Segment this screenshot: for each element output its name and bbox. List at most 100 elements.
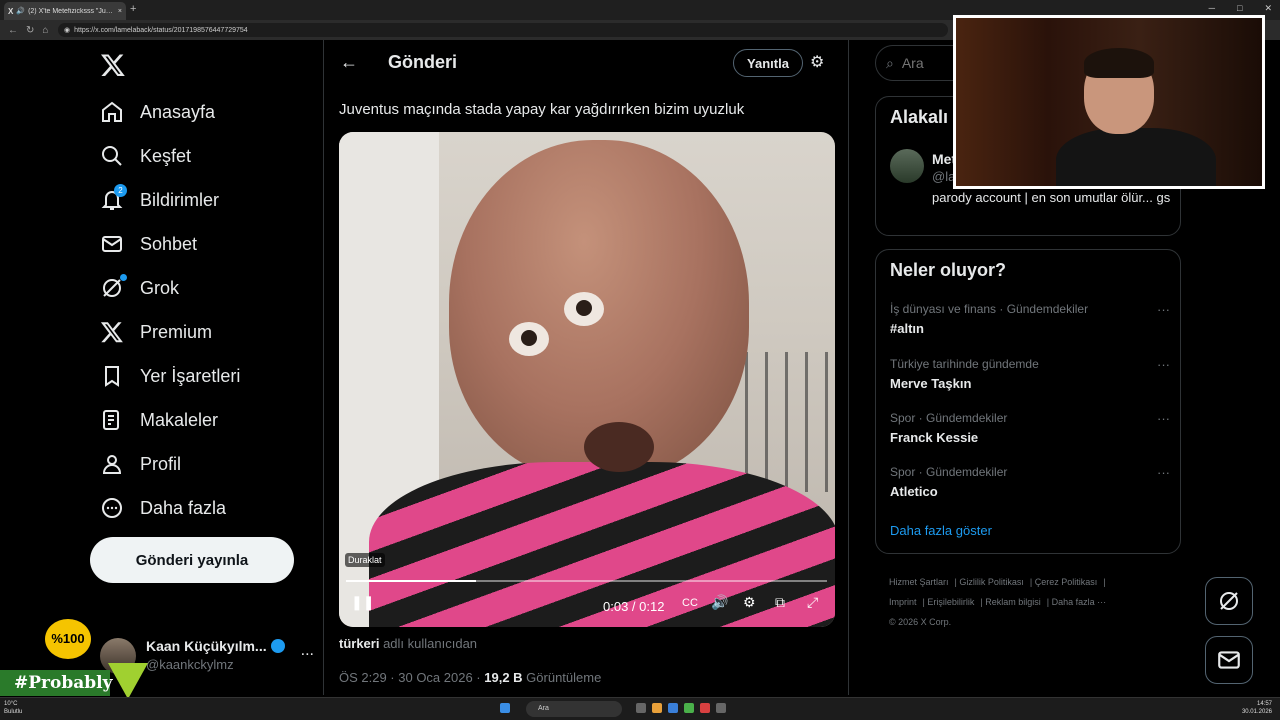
- trend-more-icon[interactable]: ···: [1157, 465, 1170, 480]
- reload-icon[interactable]: ↻: [26, 25, 34, 36]
- pip-icon[interactable]: ⧉: [775, 594, 785, 611]
- webcam-person-body: [1056, 128, 1216, 186]
- sidebar-item-bookmarks[interactable]: Yer İşaretleri: [100, 358, 240, 394]
- sidebar-item-articles[interactable]: Makaleler: [100, 402, 218, 438]
- trend-more-icon[interactable]: ···: [1157, 357, 1170, 372]
- account-name: Kaan Küçükyılm...: [146, 638, 285, 654]
- main-column: ← Gönderi Yanıtla ⚙ Juventus maçında sta…: [323, 40, 849, 695]
- window-controls: ─ □ ✕: [1209, 3, 1272, 14]
- footer-link[interactable]: Gizlilik Politikası: [959, 577, 1024, 587]
- close-tab-icon[interactable]: ×: [118, 8, 122, 15]
- video-player[interactable]: Duraklat ❚❚ 0:03 / 0:12 CC 🔊 ⚙ ⧉ ⤢: [339, 132, 835, 627]
- copyright: © 2026 X Corp.: [889, 617, 952, 627]
- sidebar-item-label: Profil: [140, 453, 182, 474]
- captions-icon[interactable]: CC: [682, 597, 698, 609]
- browser-tab-title: (2) X'te Metefizicksss "Juventu: [28, 7, 115, 15]
- footer-link[interactable]: Çerez Politikası: [1035, 577, 1098, 587]
- trend-name: Merve Taşkın: [890, 376, 972, 391]
- sidebar-item-label: Makaleler: [140, 409, 219, 430]
- post-button[interactable]: Gönderi yayınla: [90, 537, 294, 583]
- related-title: Alakalı: [890, 107, 949, 127]
- tweet-timestamp[interactable]: ÖS 2:29 · 30 Oca 2026 ·: [339, 670, 484, 685]
- verified-icon: [270, 639, 285, 653]
- trend-item[interactable]: İş dünyası ve finans · Gündemdekiler #al…: [890, 302, 1170, 346]
- video-attribution: türkeri adlı kullanıcıdan: [339, 636, 477, 651]
- footer-link[interactable]: Imprint: [889, 597, 917, 607]
- taskbar-clock[interactable]: 14:57 30.01.2026: [1242, 700, 1272, 716]
- trend-item[interactable]: Spor · Gündemdekiler Franck Kessie ···: [890, 411, 1170, 455]
- sidebar-item-label: Bildirimler: [140, 189, 220, 210]
- taskbar-search[interactable]: Ara: [526, 701, 622, 717]
- video-controls: ❚❚ 0:03 / 0:12 CC 🔊 ⚙ ⧉ ⤢: [339, 594, 835, 622]
- pause-icon[interactable]: ❚❚: [351, 594, 374, 611]
- trend-item[interactable]: Spor · Gündemdekiler Atletico ···: [890, 465, 1170, 509]
- sidebar-item-premium[interactable]: Premium: [100, 314, 212, 350]
- minimize-icon[interactable]: ─: [1209, 3, 1215, 14]
- messages-fab-button[interactable]: [1205, 636, 1253, 684]
- weather-temp: 10°C: [4, 701, 18, 707]
- settings-gear-icon[interactable]: ⚙: [743, 594, 756, 611]
- sidebar-item-notifications[interactable]: 2 Bildirimler: [100, 182, 219, 218]
- sidebar-item-home[interactable]: Anasayfa: [100, 94, 215, 130]
- sidebar-item-grok[interactable]: Grok: [100, 270, 179, 306]
- fullscreen-icon[interactable]: ⤢: [807, 594, 818, 611]
- taskbar-pinned: [636, 703, 936, 713]
- weather-widget[interactable]: 10°C Bulutlu: [4, 700, 22, 716]
- trend-name: #altın: [890, 321, 924, 336]
- show-more-link[interactable]: Daha fazla göster: [890, 523, 992, 538]
- url-text: https://x.com/lamelaback/status/20171985…: [74, 26, 248, 34]
- sidebar-item-chat[interactable]: Sohbet: [100, 226, 197, 262]
- new-tab-button[interactable]: +: [130, 3, 136, 15]
- window-close-icon[interactable]: ✕: [1264, 3, 1272, 14]
- trend-more-icon[interactable]: ···: [1157, 411, 1170, 426]
- app-icon[interactable]: [700, 703, 710, 713]
- related-bio: parody account | en son umutlar ölür... …: [932, 190, 1171, 205]
- trend-context: Spor · Gündemdekiler: [890, 465, 1008, 479]
- volume-icon[interactable]: 🔊: [711, 594, 728, 611]
- tweet-text: Juventus maçında stada yapay kar yağdırı…: [339, 101, 745, 118]
- filter-sliders-icon[interactable]: ⚙: [810, 52, 824, 72]
- grok-fab-button[interactable]: [1205, 577, 1253, 625]
- attribution-suffix: adlı kullanıcıdan: [379, 636, 478, 651]
- chrome-icon[interactable]: [684, 703, 694, 713]
- search-icon: [102, 146, 122, 166]
- app-icon[interactable]: [716, 703, 726, 713]
- attribution-user[interactable]: türkeri: [339, 636, 379, 651]
- footer-link[interactable]: Reklam bilgisi: [985, 597, 1041, 607]
- task-view-icon[interactable]: [636, 703, 646, 713]
- video-progress-bar[interactable]: [346, 580, 827, 582]
- avatar[interactable]: [890, 149, 924, 183]
- edge-icon[interactable]: [668, 703, 678, 713]
- article-icon: [103, 410, 119, 430]
- speaker-icon: 🔊: [16, 8, 26, 15]
- sidebar-item-label: Daha fazla: [140, 497, 227, 518]
- maximize-icon[interactable]: □: [1237, 3, 1242, 14]
- address-bar[interactable]: ◉ https://x.com/lamelaback/status/201719…: [58, 23, 948, 37]
- trend-name: Atletico: [890, 484, 938, 499]
- reply-button[interactable]: Yanıtla: [733, 49, 803, 77]
- home-nav-icon[interactable]: ⌂: [42, 25, 48, 36]
- sidebar-item-explore[interactable]: Keşfet: [100, 138, 191, 174]
- account-menu-icon[interactable]: ...: [301, 642, 314, 660]
- related-handle: @la: [932, 169, 956, 184]
- views-label: Görüntüleme: [522, 670, 602, 685]
- x-logo-icon[interactable]: [100, 52, 126, 78]
- home-icon: [102, 101, 122, 122]
- start-icon[interactable]: [500, 703, 510, 713]
- weather-desc: Bulutlu: [4, 709, 23, 715]
- sidebar-item-label: Yer İşaretleri: [140, 365, 241, 386]
- site-info-icon[interactable]: ◉: [64, 26, 70, 34]
- search-icon: ⌕: [886, 54, 894, 71]
- trend-context: İş dünyası ve finans · Gündemdekiler: [890, 302, 1089, 316]
- footer-link[interactable]: Erişilebilirlik: [927, 597, 974, 607]
- footer-link[interactable]: Hizmet Şartları: [889, 577, 949, 587]
- trend-more-icon[interactable]: ···: [1157, 302, 1170, 317]
- browser-tab[interactable]: X 🔊 (2) X'te Metefizicksss "Juventu ×: [4, 2, 126, 20]
- file-explorer-icon[interactable]: [652, 703, 662, 713]
- back-nav-icon[interactable]: ←: [8, 25, 18, 36]
- sidebar-item-more[interactable]: Daha fazla: [100, 490, 226, 526]
- sidebar-item-profile[interactable]: Profil: [100, 446, 181, 482]
- back-arrow-icon[interactable]: ←: [340, 52, 358, 73]
- footer-link[interactable]: Daha fazla ···: [1052, 597, 1107, 607]
- trend-item[interactable]: Türkiye tarihinde gündemde Merve Taşkın …: [890, 357, 1170, 401]
